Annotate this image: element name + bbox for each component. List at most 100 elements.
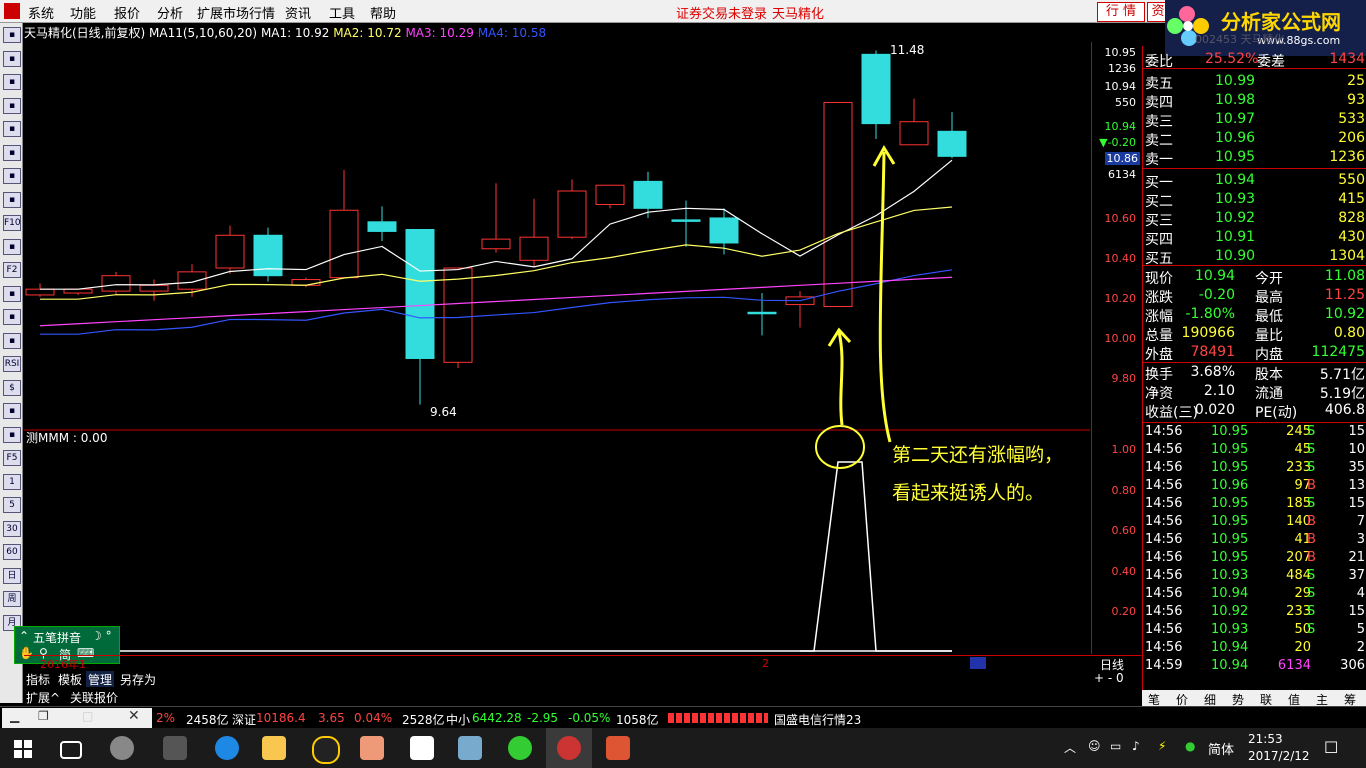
bid-row[interactable]: 买五 10.90 1304: [1143, 247, 1366, 267]
ime-moon-icon[interactable]: ☽ °: [91, 629, 112, 643]
zoom-controls[interactable]: + - 0: [1094, 671, 1124, 685]
candle-body[interactable]: [747, 311, 777, 315]
task-view-icon[interactable]: [60, 741, 82, 759]
order-ratio-row[interactable]: 委比 25.52% 委差 1434: [1143, 50, 1366, 70]
stat-row[interactable]: 总量 190966 量比 0.80: [1143, 324, 1366, 344]
menu-quote[interactable]: 报价: [114, 3, 140, 22]
tab-indicator[interactable]: 指标: [24, 671, 52, 687]
tick-row[interactable]: 14:56 10.94 29 S 4: [1143, 585, 1366, 603]
period-1[interactable]: 1: [3, 473, 21, 490]
tick-row[interactable]: 14:56 10.94 20 2: [1143, 639, 1366, 657]
f10-icon[interactable]: F10: [3, 215, 21, 231]
menu-tools[interactable]: 工具: [329, 3, 355, 22]
menu-function[interactable]: 功能: [70, 3, 96, 22]
stat-row[interactable]: 涨幅 -1.80% 最低 10.92: [1143, 305, 1366, 325]
move-icon[interactable]: ▪: [3, 403, 21, 419]
fundamental-row[interactable]: 换手 3.68% 股本 5.71亿: [1143, 363, 1366, 383]
menu-system[interactable]: 系统: [28, 3, 54, 22]
ime-expand-icon[interactable]: ⌃: [19, 629, 29, 643]
minimize-icon[interactable]: ▁: [10, 709, 19, 723]
menu-help[interactable]: 帮助: [370, 3, 396, 22]
tick-row[interactable]: 14:56 10.93 50 S 5: [1143, 621, 1366, 639]
f5-icon[interactable]: F5: [3, 450, 21, 466]
close-icon[interactable]: ✕: [128, 708, 140, 724]
candle-body[interactable]: [329, 209, 359, 279]
box-icon[interactable]: ▪: [3, 238, 21, 255]
tick-row[interactable]: 14:56 10.95 41 B 3: [1143, 531, 1366, 549]
trend-icon[interactable]: ▪: [3, 144, 21, 161]
chart-app-icon[interactable]: [606, 736, 630, 760]
tick-row[interactable]: 14:56 10.96 97 B 13: [1143, 477, 1366, 495]
period-30[interactable]: 30: [3, 520, 21, 537]
pen-icon[interactable]: ▪: [3, 426, 21, 443]
period-60[interactable]: 60: [3, 544, 21, 560]
period-日[interactable]: 日: [3, 567, 21, 584]
candle-body[interactable]: [101, 275, 131, 292]
app-fan-icon[interactable]: [110, 736, 134, 760]
tray-app-icon[interactable]: ●: [1185, 739, 1195, 753]
ask-row[interactable]: 卖三 10.97 533: [1143, 110, 1366, 130]
document-icon[interactable]: [410, 736, 434, 760]
tick-row[interactable]: 14:56 10.95 140 B 7: [1143, 513, 1366, 531]
kline-chart[interactable]: 11.48 9.64 测MMM : 0.00: [24, 42, 1090, 654]
menu-info[interactable]: 资讯: [285, 3, 311, 22]
fundamental-row[interactable]: 净资 2.10 流通 5.19亿: [1143, 382, 1366, 402]
tick-row[interactable]: 14:56 10.92 233 S 15: [1143, 603, 1366, 621]
table-icon[interactable]: ▪: [3, 121, 21, 137]
tab-template[interactable]: 模板: [56, 671, 84, 687]
tab-save-as[interactable]: 另存为: [118, 671, 158, 687]
tray-power-icon[interactable]: ⚡: [1158, 739, 1166, 753]
candle-body[interactable]: [177, 271, 207, 290]
input-language[interactable]: 简体: [1208, 739, 1234, 758]
down-icon[interactable]: ▪: [3, 74, 21, 90]
tray-battery-icon[interactable]: ▭: [1110, 739, 1121, 753]
menu-extended-market[interactable]: 扩展市场行情: [197, 3, 275, 22]
tick-row[interactable]: 14:56 10.95 233 S 35: [1143, 459, 1366, 477]
tick-row[interactable]: 14:56 10.95 185 S 15: [1143, 495, 1366, 513]
tab-manage[interactable]: 管理: [86, 671, 115, 687]
candle-body[interactable]: [823, 101, 853, 308]
kline-icon[interactable]: ▪: [3, 168, 21, 184]
ask-row[interactable]: 卖四 10.98 93: [1143, 91, 1366, 111]
candle-body[interactable]: [557, 190, 587, 238]
candle-body[interactable]: [367, 221, 397, 232]
edge-icon[interactable]: [215, 736, 239, 760]
browser-360-icon[interactable]: [508, 736, 532, 760]
up-icon[interactable]: ▪: [3, 50, 21, 67]
scroll-thumb[interactable]: [970, 657, 986, 669]
ask-row[interactable]: 卖五 10.99 25: [1143, 72, 1366, 92]
f2-icon[interactable]: F2: [3, 262, 21, 278]
candle-body[interactable]: [443, 267, 473, 363]
tick-row[interactable]: 14:56 10.95 245 S 15: [1143, 423, 1366, 441]
stock-app-icon[interactable]: [557, 736, 581, 760]
candle-body[interactable]: [633, 180, 663, 209]
stat-row[interactable]: 外盘 78491 内盘 112475: [1143, 343, 1366, 363]
ime-hand-icon[interactable]: ✋: [19, 646, 34, 660]
bid-row[interactable]: 买四 10.91 430: [1143, 228, 1366, 248]
qq-icon[interactable]: [312, 736, 340, 764]
candle-body[interactable]: [139, 284, 169, 292]
bid-row[interactable]: 买一 10.94 550: [1143, 171, 1366, 191]
stat-row[interactable]: 现价 10.94 今开 11.08: [1143, 267, 1366, 287]
bid-row[interactable]: 买三 10.92 828: [1143, 209, 1366, 229]
tick-row[interactable]: 14:59 10.94 6134 306: [1143, 657, 1366, 675]
candle-body[interactable]: [595, 184, 625, 205]
chart-icon[interactable]: ▪: [3, 97, 21, 114]
tick-row[interactable]: 14:56 10.95 45 S 10: [1143, 441, 1366, 459]
circle-icon[interactable]: ▪: [3, 285, 21, 302]
store-icon[interactable]: [163, 736, 187, 760]
stat-row[interactable]: 涨跌 -0.20 最高 11.25: [1143, 286, 1366, 306]
notification-icon[interactable]: ☐: [1324, 738, 1338, 757]
candle-body[interactable]: [481, 238, 511, 250]
maximize-icon[interactable]: □: [82, 709, 93, 723]
windows-start-icon[interactable]: [14, 740, 32, 758]
status-item[interactable]: 国盛电信行情23: [774, 711, 861, 728]
tick-row[interactable]: 14:56 10.95 207 B 21: [1143, 549, 1366, 567]
period-周[interactable]: 周: [3, 591, 21, 607]
fundamental-row[interactable]: 收益(三) 0.020 PE(动) 406.8: [1143, 401, 1366, 421]
clock-date[interactable]: 2017/2/12: [1248, 749, 1310, 763]
bid-row[interactable]: 买二 10.93 415: [1143, 190, 1366, 210]
candle-body[interactable]: [709, 217, 739, 244]
tray-up-icon[interactable]: ︿: [1064, 739, 1076, 756]
tray-volume-icon[interactable]: ♪: [1132, 739, 1140, 753]
